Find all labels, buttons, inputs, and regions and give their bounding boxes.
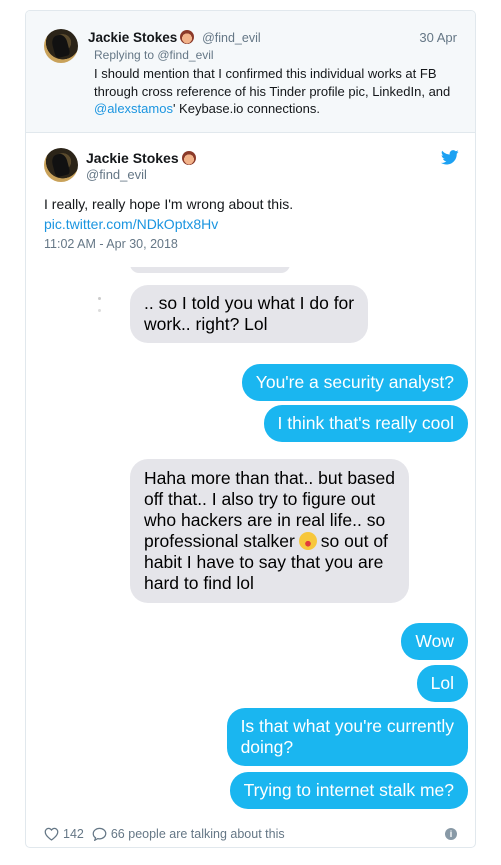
tweet-footer: 142 66 people are talking about this	[44, 827, 285, 841]
author-name[interactable]: Jackie Stokes	[88, 30, 177, 45]
avatar[interactable]	[44, 148, 78, 182]
pic-link[interactable]: pic.twitter.com/NDkOptx8Hv	[44, 216, 218, 232]
comment-bubble-icon[interactable]	[92, 827, 107, 841]
message-line: hard to find lol	[144, 573, 254, 593]
outgoing-message: Lol	[416, 665, 468, 702]
outgoing-message: Wow	[401, 623, 468, 660]
replying-to: Replying to @find_evil	[94, 48, 214, 62]
message-line: I think that's really cool	[277, 413, 454, 433]
author-name-row: Jackie Stokes	[86, 150, 196, 166]
avatar[interactable]	[44, 29, 78, 63]
reply-text-part: ' Keybase.io connections.	[172, 101, 320, 116]
message-line: You're a security analyst?	[255, 372, 454, 392]
outgoing-message: I think that's really cool	[263, 405, 468, 442]
message-text: professional stalker	[144, 531, 295, 551]
message-line: Lol	[430, 673, 454, 693]
outgoing-message: You're a security analyst?	[241, 364, 468, 401]
author-handle[interactable]: @find_evil	[86, 167, 147, 182]
embedded-tweet-card: Jackie Stokes @find_evil 30 Apr Replying…	[25, 10, 476, 848]
outgoing-message: Trying to internet stalk me?	[229, 772, 468, 809]
reply-date[interactable]: 30 Apr	[419, 30, 457, 45]
message-line: .. so I told you what I do for	[144, 293, 355, 313]
woman-emoji-icon	[181, 151, 196, 165]
author-name[interactable]: Jackie Stokes	[86, 150, 179, 166]
message-line: who hackers are in real life.. so	[144, 510, 386, 530]
message-line: habit I have to say that you are	[144, 552, 384, 572]
info-icon[interactable]: i	[445, 828, 457, 840]
message-line: work.. right? Lol	[144, 314, 268, 334]
heart-icon[interactable]	[44, 827, 59, 841]
outgoing-message: Is that what you're currently doing?	[226, 708, 468, 766]
message-line: Trying to internet stalk me?	[243, 780, 454, 800]
message-line: off that.. I also try to figure out	[144, 489, 376, 509]
divider	[98, 297, 101, 300]
message-line: Is that what you're currently	[240, 716, 454, 736]
twitter-bird-icon[interactable]	[441, 150, 459, 165]
reply-author: Jackie Stokes @find_evil	[88, 30, 261, 45]
tweet-text: I really, really hope I'm wrong about th…	[44, 196, 294, 212]
message-line: doing?	[240, 737, 294, 757]
message-bubble-cut	[130, 267, 290, 273]
reply-tweet[interactable]: Jackie Stokes @find_evil 30 Apr Replying…	[26, 11, 475, 133]
message-line: Wow	[415, 631, 454, 651]
talking-count[interactable]: 66 people are talking about this	[111, 827, 285, 841]
reply-text: I should mention that I confirmed this i…	[94, 65, 459, 118]
incoming-message: .. so I told you what I do for work.. ri…	[130, 285, 369, 343]
like-count[interactable]: 142	[63, 827, 84, 841]
chat-screenshot[interactable]: .. so I told you what I do for work.. ri…	[52, 267, 474, 817]
message-line: Haha more than that.. but based	[144, 468, 395, 488]
tweet-timestamp[interactable]: 11:02 AM - Apr 30, 2018	[44, 237, 178, 251]
woman-emoji-icon	[180, 30, 195, 44]
mention-link[interactable]: @alexstamos	[94, 101, 173, 116]
reply-text-part: I should mention that I confirmed this i…	[94, 66, 451, 99]
author-handle[interactable]: @find_evil	[202, 31, 261, 45]
message-line: professional stalker so out of	[144, 531, 395, 552]
tongue-emoji-icon	[298, 532, 317, 550]
incoming-message: Haha more than that.. but based off that…	[130, 459, 409, 603]
message-text: so out of	[320, 531, 388, 551]
